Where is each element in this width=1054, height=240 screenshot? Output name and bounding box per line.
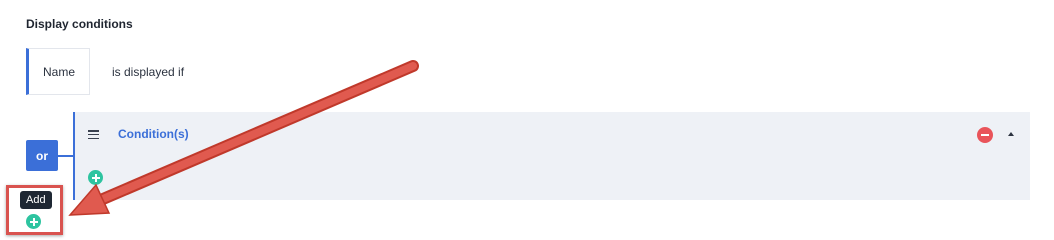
caret-up-icon[interactable] — [1008, 132, 1014, 136]
condition-group-panel: Condition(s) — [74, 112, 1030, 200]
field-name-card: Name — [26, 48, 90, 95]
condition-group-title: Condition(s) — [118, 127, 189, 141]
field-name-label: Name — [42, 64, 75, 79]
displayed-if-label: is displayed if — [112, 65, 185, 79]
display-conditions-page: Display conditions Name is displayed if … — [0, 0, 1054, 240]
or-operator-button[interactable]: or — [26, 140, 58, 171]
minus-circle-icon[interactable] — [977, 127, 993, 143]
hamburger-menu-icon[interactable] — [88, 130, 99, 139]
connector-line-horizontal — [58, 155, 74, 157]
add-condition-plus-icon[interactable] — [88, 170, 103, 185]
connector-line-vertical — [73, 112, 75, 200]
section-title: Display conditions — [26, 17, 133, 31]
annotation-highlight-box — [6, 185, 63, 235]
or-operator-label: or — [36, 148, 48, 163]
